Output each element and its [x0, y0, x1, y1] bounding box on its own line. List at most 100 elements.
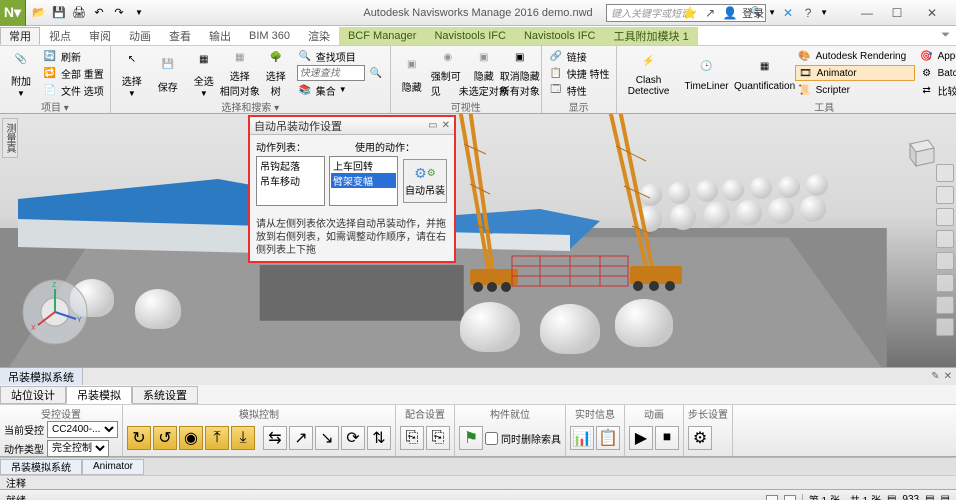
- ribbon-tab-view[interactable]: 查看: [160, 27, 200, 45]
- qat-redo-icon[interactable]: ↷: [110, 4, 128, 22]
- ribbon-tab-bim360[interactable]: BIM 360: [240, 27, 299, 45]
- ribbon-tab-animation[interactable]: 动画: [120, 27, 160, 45]
- sim-btn-9[interactable]: ⟳: [341, 426, 365, 450]
- status-icon-mem[interactable]: ▤: [925, 494, 934, 500]
- config-btn-2[interactable]: ⎘: [426, 426, 450, 450]
- ribbon-tab-review[interactable]: 审阅: [80, 27, 120, 45]
- list-item[interactable]: 吊钩起落: [258, 158, 323, 173]
- select-all-button[interactable]: ▦全选▼: [187, 48, 221, 98]
- dock-tab-animator[interactable]: Animator: [82, 459, 144, 475]
- sim-btn-7[interactable]: ↗: [289, 426, 313, 450]
- unhide-all-button[interactable]: ▣取消隐藏 所有对象: [503, 48, 537, 98]
- crane-current-select[interactable]: CC2400-...: [47, 421, 118, 438]
- qat-save-icon[interactable]: 💾: [50, 4, 68, 22]
- sim-btn-5[interactable]: ⤓: [231, 426, 255, 450]
- user-icon[interactable]: 👤: [722, 5, 738, 21]
- list-item[interactable]: 吊车移动: [258, 173, 323, 188]
- sync-remove-checkbox[interactable]: 同时删除索具: [485, 430, 561, 447]
- realtime-btn-2[interactable]: 📋: [596, 426, 620, 450]
- auto-hoist-button[interactable]: ⚙⚙ 自动吊装: [403, 159, 447, 203]
- nav-tool-7[interactable]: [936, 296, 954, 314]
- ribbon-tab-render[interactable]: 渲染: [299, 27, 339, 45]
- panel-options-icon[interactable]: ✎: [931, 371, 939, 382]
- anim-btn-1[interactable]: ▶: [629, 426, 653, 450]
- compare-button[interactable]: ⇄比较: [917, 82, 956, 98]
- panel-close-icon[interactable]: ✕: [944, 371, 952, 382]
- status-indicator-2[interactable]: [784, 495, 796, 500]
- ribbon-tab-navistools-ifc-1[interactable]: Navistools IFC: [425, 27, 515, 45]
- sim-btn-3[interactable]: ◉: [179, 426, 203, 450]
- refresh-button[interactable]: 🔄刷新: [40, 48, 106, 64]
- nav-tool-4[interactable]: [936, 230, 954, 248]
- left-docked-panel[interactable]: 测量真: [2, 118, 18, 158]
- list-item-selected[interactable]: 臂架变幅: [331, 173, 396, 188]
- nav-tool-6[interactable]: [936, 274, 954, 292]
- quick-find-input[interactable]: 🔍: [295, 65, 386, 81]
- minimize-button[interactable]: —: [852, 3, 882, 23]
- dialog-action-list-left[interactable]: 吊钩起落 吊车移动: [256, 156, 325, 206]
- status-icon-disk[interactable]: ▤: [941, 494, 950, 500]
- ribbon-tab-bcf[interactable]: BCF Manager: [339, 27, 425, 45]
- scripter-button[interactable]: 📜Scripter: [795, 82, 915, 98]
- dialog-close-icon[interactable]: ✕: [442, 120, 450, 131]
- nav-tool-2[interactable]: [936, 186, 954, 204]
- dialog-action-list-right[interactable]: 上车回转 臂架变幅: [329, 156, 398, 206]
- ribbon-collapse-icon[interactable]: ⏷: [941, 29, 956, 42]
- animator-button[interactable]: 🎞Animator: [795, 65, 915, 81]
- anim-btn-2[interactable]: ⏹: [655, 426, 679, 450]
- qat-print-icon[interactable]: 🖨: [70, 4, 88, 22]
- batch-utility-button[interactable]: ⚙Batch Utility: [917, 65, 956, 81]
- dock-tab-hoist[interactable]: 吊装模拟系统: [0, 459, 82, 475]
- app-icon[interactable]: N▾: [0, 0, 26, 26]
- sim-btn-4[interactable]: ⤒: [205, 426, 229, 450]
- maximize-button[interactable]: ☐: [882, 3, 912, 23]
- hide-button[interactable]: ▣隐藏: [395, 48, 429, 98]
- subscription-icon[interactable]: ⭐: [682, 5, 698, 21]
- comments-panel-header[interactable]: 注释: [0, 475, 956, 489]
- viewport-3d[interactable]: 测量真: [0, 114, 956, 367]
- sim-btn-1[interactable]: ↻: [127, 426, 151, 450]
- nav-tool-3[interactable]: [936, 208, 954, 226]
- login-dropdown-icon[interactable]: ▼: [768, 9, 776, 17]
- qat-dropdown-icon[interactable]: ▼: [130, 4, 148, 22]
- qat-open-icon[interactable]: 📂: [30, 4, 48, 22]
- tab-station-design[interactable]: 站位设计: [0, 386, 66, 404]
- ribbon-tab-viewpoint[interactable]: 视点: [40, 27, 80, 45]
- list-item[interactable]: 上车回转: [331, 158, 396, 173]
- find-items-button[interactable]: 🔍查找项目: [295, 48, 386, 64]
- appearance-profiler-button[interactable]: 🎯Appearance Profiler: [917, 48, 956, 64]
- share-icon[interactable]: ↗: [702, 5, 718, 21]
- qat-undo-icon[interactable]: ↶: [90, 4, 108, 22]
- flag-button[interactable]: ⚑: [459, 426, 483, 450]
- step-btn[interactable]: ⚙: [688, 426, 712, 450]
- tab-system-settings[interactable]: 系统设置: [132, 386, 198, 404]
- dialog-titlebar[interactable]: 自动吊装动作设置 ▭ ✕: [250, 117, 454, 135]
- dialog-maximize-icon[interactable]: ▭: [428, 120, 437, 131]
- status-indicator-1[interactable]: [766, 495, 778, 500]
- ribbon-tab-navistools-ifc-2[interactable]: Navistools IFC: [515, 27, 605, 45]
- properties-button[interactable]: 🗔特性: [546, 82, 612, 98]
- select-button[interactable]: ↖选择▼: [115, 48, 149, 98]
- attach-button[interactable]: 📎附加▼: [4, 48, 38, 98]
- sim-btn-6[interactable]: ⇆: [263, 426, 287, 450]
- quick-properties-button[interactable]: 📋快捷 特性: [546, 65, 612, 81]
- sim-btn-10[interactable]: ⇅: [367, 426, 391, 450]
- help-icon[interactable]: ?: [800, 5, 816, 21]
- quantification-button[interactable]: ▦Quantification: [737, 48, 793, 98]
- select-same-button[interactable]: ▦选择 相同对象: [223, 48, 257, 98]
- sim-btn-2[interactable]: ↺: [153, 426, 177, 450]
- realtime-btn-1[interactable]: 📊: [570, 426, 594, 450]
- autodesk-rendering-button[interactable]: 🎨Autodesk Rendering: [795, 48, 915, 64]
- ribbon-tab-addin-1[interactable]: 工具附加模块 1: [605, 27, 698, 45]
- clash-detective-button[interactable]: ⚡Clash Detective: [621, 48, 677, 98]
- nav-tool-1[interactable]: [936, 164, 954, 182]
- sets-button[interactable]: 📚集合▼: [295, 82, 386, 98]
- exchange-icon[interactable]: ✕: [780, 5, 796, 21]
- config-btn-1[interactable]: ⎘: [400, 426, 424, 450]
- file-options-button[interactable]: 📄文件 选项: [40, 82, 106, 98]
- timeliner-button[interactable]: 🕒TimeLiner: [679, 48, 735, 98]
- ribbon-tab-home[interactable]: 常用: [0, 27, 40, 45]
- viewcube[interactable]: [900, 132, 940, 172]
- login-link[interactable]: 登录: [742, 5, 764, 21]
- sim-btn-8[interactable]: ↘: [315, 426, 339, 450]
